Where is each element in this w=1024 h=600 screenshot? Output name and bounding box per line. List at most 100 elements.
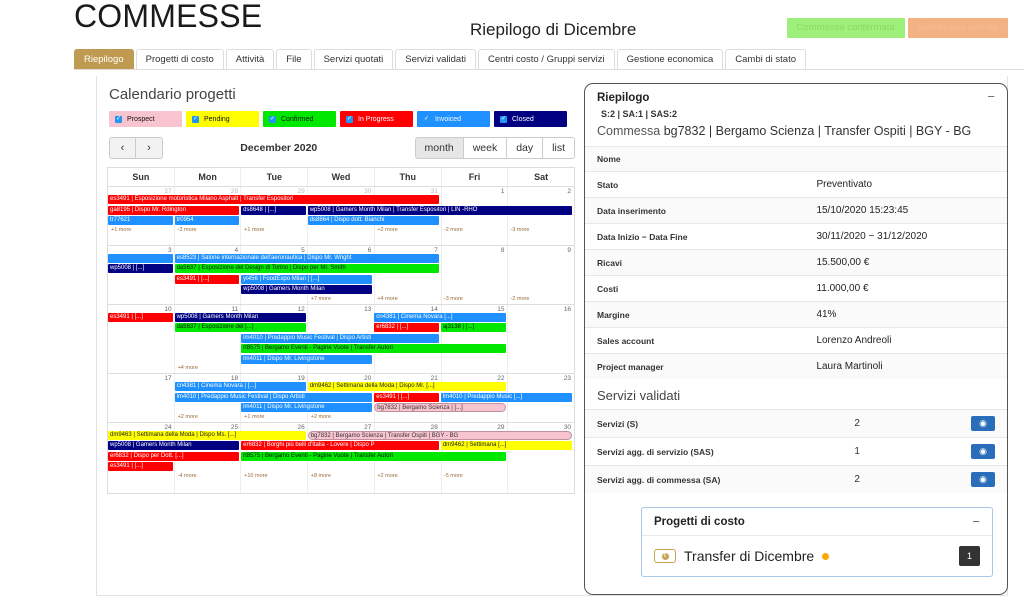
- progetti-di-costo-item[interactable]: € Transfer di Dicembre 1: [642, 536, 992, 576]
- calendar-event[interactable]: bg7832 | Bergamo Scienza | Transfer Ospi…: [307, 430, 573, 440]
- eye-icon[interactable]: ◉: [971, 472, 995, 487]
- calendar-event[interactable]: bg7832 | Bergamo Scienza | [...]: [374, 403, 506, 412]
- more-events-link[interactable]: +2 more: [374, 227, 441, 233]
- checkbox-icon[interactable]: ✓: [115, 115, 122, 123]
- calendar-event[interactable]: wp5008 | Gamers Month Milan | Transfer E…: [307, 205, 573, 215]
- calendar-event[interactable]: wp5008 | [...]: [108, 264, 173, 273]
- more-events-link[interactable]: +2 more: [175, 414, 242, 420]
- more-events-link[interactable]: -4 more: [175, 473, 242, 479]
- more-events-link[interactable]: -3 more: [507, 227, 574, 233]
- legend-item-in-progress[interactable]: ✓ In Progress: [340, 111, 413, 127]
- calendar-event[interactable]: aj3138 | [...]: [440, 323, 506, 332]
- tab-attivita[interactable]: Attività: [225, 48, 275, 69]
- tab-file[interactable]: File: [276, 48, 312, 69]
- calendar-event[interactable]: er6832 | Borghi più belli d'Italia - Lov…: [241, 441, 439, 450]
- calendar-event[interactable]: er6832 | Dispo per Dott. [...]: [108, 451, 240, 461]
- checkbox-icon[interactable]: ✓: [500, 115, 507, 123]
- calendar-event[interactable]: tr0954: [174, 216, 240, 225]
- more-events-link[interactable]: +10 more: [241, 473, 308, 479]
- more-events-link[interactable]: +7 more: [308, 296, 375, 302]
- page-header: COMMESSE Riepilogo di Dicembre Commessa …: [0, 0, 1024, 48]
- eye-icon[interactable]: ◉: [971, 444, 995, 459]
- calendar-event[interactable]: lm4011 | Dispo Mr. Livingstone: [241, 403, 373, 412]
- summary-row-value: 15.500,00 €: [804, 249, 1007, 276]
- calendar-event[interactable]: er6832 | [...]: [374, 323, 439, 332]
- checkbox-icon[interactable]: ✓: [269, 115, 276, 123]
- summary-row: Nome: [585, 146, 1007, 172]
- calendar-event[interactable]: cn4381 | Cinema Novara | [...]: [174, 382, 306, 391]
- calendar-event[interactable]: [108, 253, 173, 263]
- tab-gestione-economica[interactable]: Gestione economica: [616, 48, 724, 69]
- calendar-event[interactable]: da5637 | Esposizione del [...]: [174, 323, 306, 332]
- calendar-event[interactable]: ds8648 | [...]: [241, 205, 306, 215]
- more-events-link[interactable]: -2 more: [507, 296, 574, 302]
- calendar-more-links: +2 more +1 more +2 more: [108, 414, 574, 420]
- calendar-event[interactable]: ds8864 | Dispo dott. Bianchi: [307, 216, 439, 225]
- tab-riepilogo[interactable]: Riepilogo: [74, 48, 134, 69]
- calendar-event[interactable]: yt456 | FoodExpo Milan | [...]: [241, 274, 373, 284]
- legend-label: Prospect: [127, 115, 155, 123]
- more-events-link[interactable]: -3 more: [175, 227, 242, 233]
- summary-row: Stato Preventivato: [585, 171, 1007, 198]
- calendar-event[interactable]: es3491 | [...]: [108, 462, 173, 471]
- calendar-event[interactable]: wp5008 | Gamers Month Milan: [174, 312, 306, 322]
- tab-progetti-di-costo[interactable]: Progetti di costo: [135, 48, 224, 69]
- calendar-event[interactable]: rt8575 | Bergamo Eventi - Pagine Vuote |…: [241, 451, 506, 461]
- collapse-icon[interactable]: −: [972, 515, 980, 528]
- tab-centri-costo[interactable]: Centri costo / Gruppi servizi: [477, 48, 615, 69]
- more-events-link[interactable]: +1 more: [241, 227, 308, 233]
- calendar-event[interactable]: tr77621: [108, 216, 173, 225]
- calendar-event[interactable]: wp5008 | Gamers Month Milan: [241, 285, 373, 294]
- calendar-event[interactable]: lm4010 | Predappio Music Festival | Disp…: [241, 333, 439, 343]
- summary-row-key: Data Inizio − Data Fine: [585, 223, 805, 250]
- view-list-button[interactable]: list: [543, 137, 575, 159]
- more-events-link[interactable]: +1 more: [241, 414, 308, 420]
- tab-servizi-quotati[interactable]: Servizi quotati: [313, 48, 394, 69]
- calendar-event[interactable]: es3491 | [...]: [108, 312, 173, 322]
- more-events-link[interactable]: +2 more: [374, 473, 441, 479]
- calendar-event[interactable]: lm4010 | Predappio Music [...]: [440, 392, 573, 402]
- more-events-link[interactable]: -2 more: [441, 227, 508, 233]
- calendar-grid: Sun Mon Tue Wed Thu Fri Sat 27 28 29 30 31 1 2…: [107, 167, 575, 494]
- more-events-link[interactable]: -5 more: [441, 473, 508, 479]
- legend-item-invoiced[interactable]: ✓ Invoiced: [417, 111, 490, 127]
- calendar-event[interactable]: dm9462 | Settimana della Moda | Dispo Mr…: [307, 382, 506, 391]
- tab-servizi-validati[interactable]: Servizi validati: [395, 48, 476, 69]
- legend-item-pending[interactable]: ✓ Pending: [186, 111, 259, 127]
- eye-icon[interactable]: ◉: [971, 416, 995, 431]
- legend-item-confirmed[interactable]: ✓ Confirmed: [263, 111, 336, 127]
- calendar-event[interactable]: rt8575 | Bergamo Eventi - Pagine Vuote |…: [241, 344, 506, 353]
- calendar-event[interactable]: es8523 | Salone internazionale dell'aero…: [174, 253, 439, 263]
- prev-month-button[interactable]: ‹: [109, 137, 136, 159]
- legend-item-prospect[interactable]: ✓ Prospect: [109, 111, 182, 127]
- day-number: 15: [497, 305, 505, 313]
- more-events-link[interactable]: +8 more: [308, 473, 375, 479]
- calendar-event[interactable]: lm4011 | Dispo Mr. Livingstone: [241, 354, 373, 364]
- calendar-event[interactable]: lm4010 | Predappio Music Festival | Disp…: [174, 392, 373, 402]
- more-events-link[interactable]: +1 more: [108, 227, 175, 233]
- calendar-event[interactable]: es3491 | [...]: [374, 392, 439, 402]
- calendar-event[interactable]: dm9462 | Settimana [...]: [440, 441, 573, 450]
- calendar-event[interactable]: cn4381 | Cinema Novara [...]: [374, 312, 506, 322]
- calendar-event[interactable]: ga8195 | Dispo Mr. Rdington: [108, 205, 240, 215]
- calendar-event[interactable]: dm9463 | Settimana della Moda | Dispo Ms…: [108, 430, 306, 440]
- legend-item-closed[interactable]: ✓ Closed: [494, 111, 567, 127]
- view-week-button[interactable]: week: [463, 137, 508, 159]
- calendar-event[interactable]: es3491 | Esposizione motoristica Milano …: [108, 195, 439, 204]
- calendar-event[interactable]: wp5008 | Gamers Month Milan: [108, 441, 240, 450]
- more-events-link[interactable]: +4 more: [175, 365, 242, 371]
- more-events-link[interactable]: +2 more: [308, 414, 375, 420]
- view-day-button[interactable]: day: [507, 137, 544, 159]
- calendar-event[interactable]: es3491 | [...]: [174, 274, 240, 284]
- checkbox-icon[interactable]: ✓: [192, 115, 199, 123]
- checkbox-icon[interactable]: ✓: [423, 115, 430, 123]
- legend-label: Pending: [204, 115, 230, 123]
- more-events-link[interactable]: +4 more: [374, 296, 441, 302]
- collapse-icon[interactable]: −: [987, 90, 995, 104]
- more-events-link[interactable]: -3 more: [441, 296, 508, 302]
- view-month-button[interactable]: month: [414, 137, 464, 159]
- calendar-event[interactable]: da5637 | Esposizione del Design di Torin…: [174, 264, 439, 273]
- day-number: 29: [297, 188, 305, 195]
- tab-cambi-di-stato[interactable]: Cambi di stato: [725, 48, 806, 69]
- checkbox-icon[interactable]: ✓: [346, 115, 353, 123]
